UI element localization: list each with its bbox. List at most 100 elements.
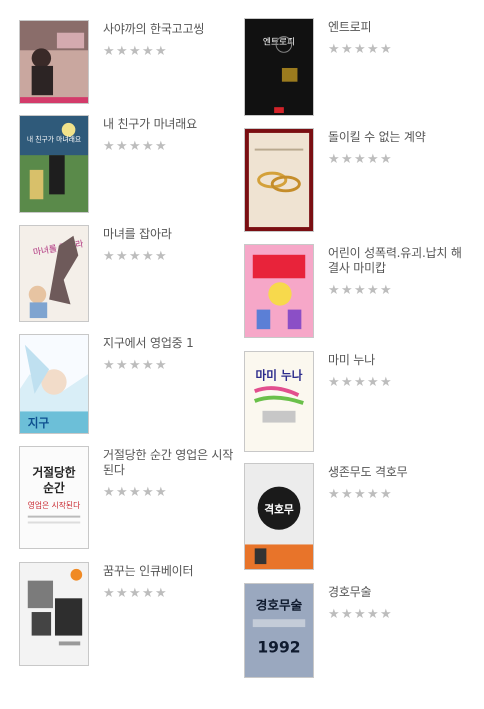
- book-title[interactable]: 지구에서 영업중 1: [103, 336, 243, 351]
- star-empty-icon: ★: [354, 375, 366, 390]
- book-title[interactable]: 사야까의 한국고고씽: [103, 22, 243, 37]
- star-empty-icon: ★: [380, 152, 392, 167]
- book-title[interactable]: 어린이 성폭력.유괴.납치 해결사 마미캅: [328, 246, 468, 276]
- star-empty-icon: ★: [380, 283, 392, 298]
- star-empty-icon: ★: [103, 586, 115, 601]
- rating-stars: ★★★★★: [328, 279, 468, 297]
- book-cover[interactable]: 지구: [19, 334, 89, 434]
- star-empty-icon: ★: [155, 485, 167, 500]
- star-empty-icon: ★: [142, 44, 154, 59]
- star-empty-icon: ★: [341, 283, 353, 298]
- star-empty-icon: ★: [328, 152, 340, 167]
- rating-stars: ★★★★★: [103, 481, 243, 499]
- book-cover[interactable]: [244, 128, 314, 232]
- star-empty-icon: ★: [155, 44, 167, 59]
- star-empty-icon: ★: [103, 139, 115, 154]
- book-title[interactable]: 내 친구가 마녀래요: [103, 117, 243, 132]
- star-empty-icon: ★: [116, 586, 128, 601]
- star-empty-icon: ★: [354, 42, 366, 57]
- rating-stars: ★★★★★: [328, 603, 468, 621]
- book-cover[interactable]: 경호무술 1992: [244, 583, 314, 678]
- star-empty-icon: ★: [129, 358, 141, 373]
- star-empty-icon: ★: [380, 487, 392, 502]
- star-empty-icon: ★: [116, 358, 128, 373]
- star-empty-icon: ★: [142, 485, 154, 500]
- star-empty-icon: ★: [341, 375, 353, 390]
- star-empty-icon: ★: [354, 607, 366, 622]
- book-cover[interactable]: 거절당한 순간 영업은 시작된다: [19, 446, 89, 549]
- book-cover[interactable]: 마미 누나: [244, 351, 314, 452]
- star-empty-icon: ★: [341, 152, 353, 167]
- star-empty-icon: ★: [380, 375, 392, 390]
- star-empty-icon: ★: [142, 249, 154, 264]
- book-title[interactable]: 마녀를 잡아라: [103, 227, 243, 242]
- star-empty-icon: ★: [116, 249, 128, 264]
- book-title[interactable]: 생존무도 격호무: [328, 465, 468, 480]
- star-empty-icon: ★: [354, 283, 366, 298]
- star-empty-icon: ★: [367, 152, 379, 167]
- star-empty-icon: ★: [354, 487, 366, 502]
- rating-stars: ★★★★★: [328, 148, 468, 166]
- star-empty-icon: ★: [103, 485, 115, 500]
- cover-subtitle: 영업은 시작된다: [28, 500, 80, 510]
- book-cover[interactable]: [244, 244, 314, 338]
- star-empty-icon: ★: [155, 139, 167, 154]
- book-title[interactable]: 경호무술: [328, 585, 468, 600]
- book-cover[interactable]: [19, 20, 89, 104]
- book-list: 사야까의 한국고고씽 ★★★★★ 내 친구가 마녀래요 내 친구가 마녀래요 ★…: [0, 0, 484, 709]
- star-empty-icon: ★: [103, 249, 115, 264]
- star-empty-icon: ★: [129, 485, 141, 500]
- star-empty-icon: ★: [142, 358, 154, 373]
- star-empty-icon: ★: [328, 487, 340, 502]
- star-empty-icon: ★: [103, 358, 115, 373]
- star-empty-icon: ★: [155, 358, 167, 373]
- book-title[interactable]: 꿈꾸는 인큐베이터: [103, 564, 243, 579]
- rating-stars: ★★★★★: [328, 483, 468, 501]
- star-empty-icon: ★: [367, 487, 379, 502]
- book-cover[interactable]: 격호무: [244, 463, 314, 570]
- book-title[interactable]: 마미 누나: [328, 353, 468, 368]
- cover-title: 마미 누나: [256, 368, 303, 382]
- book-cover[interactable]: 내 친구가 마녀래요: [19, 115, 89, 213]
- star-empty-icon: ★: [155, 586, 167, 601]
- rating-stars: ★★★★★: [103, 40, 243, 58]
- cover-title: 거절당한: [33, 465, 76, 479]
- star-empty-icon: ★: [367, 607, 379, 622]
- cover-title: 경호무술: [256, 597, 303, 612]
- book-title[interactable]: 돌이킬 수 없는 계약: [328, 130, 468, 145]
- cover-title: 순간: [43, 481, 65, 495]
- book-cover[interactable]: 마녀를 잡아라: [19, 225, 89, 322]
- rating-stars: ★★★★★: [103, 582, 243, 600]
- rating-stars: ★★★★★: [328, 371, 468, 389]
- star-empty-icon: ★: [116, 44, 128, 59]
- star-empty-icon: ★: [367, 42, 379, 57]
- book-cover[interactable]: 엔트로피: [244, 18, 314, 116]
- rating-stars: ★★★★★: [328, 38, 468, 56]
- star-empty-icon: ★: [328, 42, 340, 57]
- star-empty-icon: ★: [142, 139, 154, 154]
- star-empty-icon: ★: [328, 283, 340, 298]
- star-empty-icon: ★: [155, 249, 167, 264]
- book-title[interactable]: 엔트로피: [328, 20, 468, 35]
- star-empty-icon: ★: [142, 586, 154, 601]
- book-title[interactable]: 거절당한 순간 영업은 시작된다: [103, 448, 243, 478]
- star-empty-icon: ★: [129, 139, 141, 154]
- rating-stars: ★★★★★: [103, 245, 243, 263]
- cover-year: 1992: [257, 638, 300, 656]
- star-empty-icon: ★: [367, 375, 379, 390]
- star-empty-icon: ★: [328, 607, 340, 622]
- rating-stars: ★★★★★: [103, 354, 243, 372]
- cover-title: 격호무: [264, 503, 294, 516]
- star-empty-icon: ★: [380, 42, 392, 57]
- star-empty-icon: ★: [341, 607, 353, 622]
- star-empty-icon: ★: [341, 487, 353, 502]
- star-empty-icon: ★: [328, 375, 340, 390]
- star-empty-icon: ★: [341, 42, 353, 57]
- star-empty-icon: ★: [367, 283, 379, 298]
- star-empty-icon: ★: [103, 44, 115, 59]
- star-empty-icon: ★: [129, 249, 141, 264]
- book-cover[interactable]: [19, 562, 89, 666]
- star-empty-icon: ★: [116, 485, 128, 500]
- cover-title: 내 친구가 마녀래요: [27, 134, 81, 143]
- star-empty-icon: ★: [116, 139, 128, 154]
